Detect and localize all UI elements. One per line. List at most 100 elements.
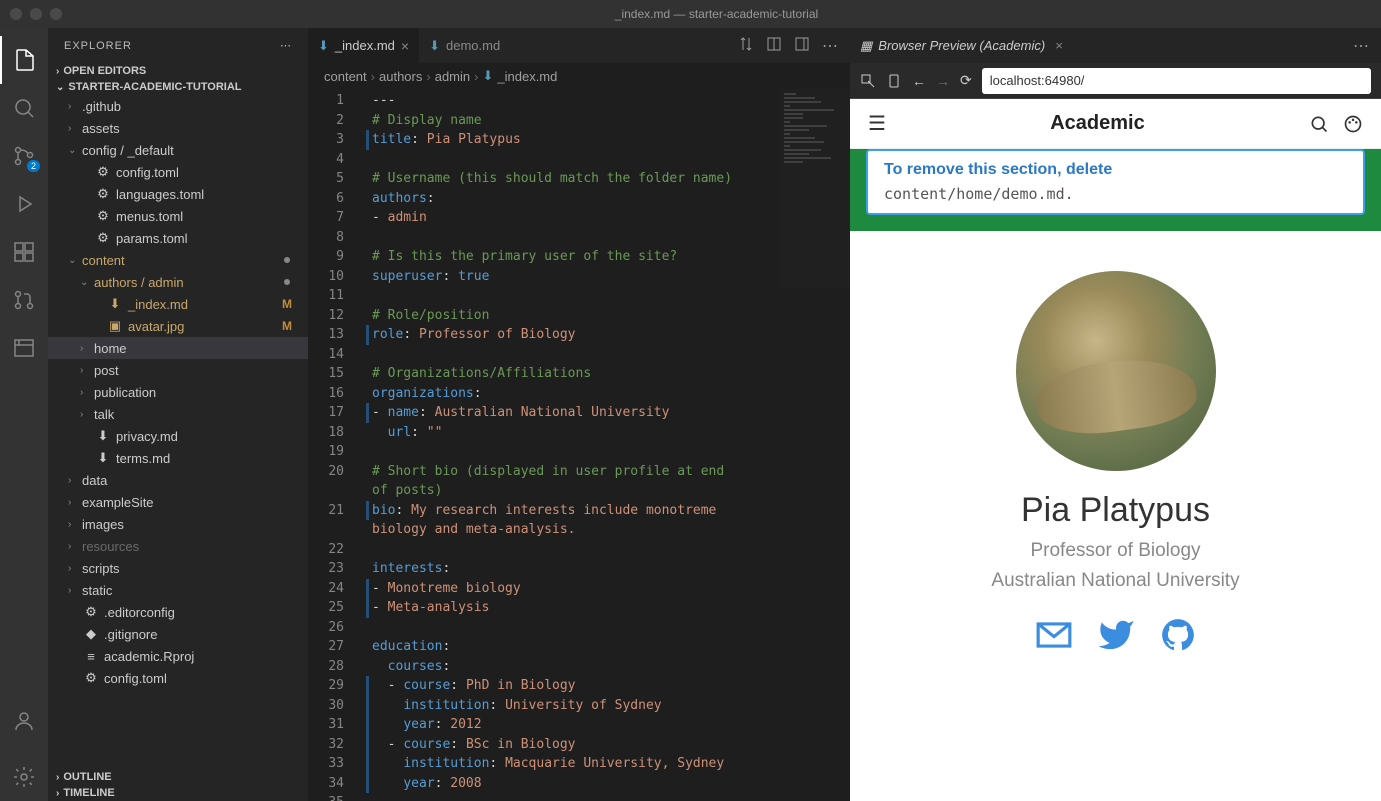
tree-item[interactable]: ⬇terms.md xyxy=(48,447,308,469)
tree-item[interactable]: ›static xyxy=(48,579,308,601)
tree-item[interactable]: ⬇privacy.md xyxy=(48,425,308,447)
forward-icon[interactable]: → xyxy=(936,73,950,89)
tree-item[interactable]: ⚙ params.toml xyxy=(48,227,308,249)
tree-item[interactable]: ⚙config.toml xyxy=(48,161,308,183)
reload-icon[interactable]: ⟳ xyxy=(960,72,972,89)
browser-preview-icon[interactable] xyxy=(0,324,48,372)
close-icon[interactable]: × xyxy=(401,38,409,54)
tree-item[interactable]: ⌄config / _default xyxy=(48,139,308,161)
tree-item-label: config.toml xyxy=(116,165,300,180)
file-tree: ›.github›assets⌄config / _default⚙config… xyxy=(48,95,308,689)
info-box: To remove this section, delete content/h… xyxy=(866,149,1365,215)
extensions-icon[interactable] xyxy=(0,228,48,276)
tree-item-label: talk xyxy=(94,407,300,422)
code-content[interactable]: ---# Display nametitle: Pia Platypus# Us… xyxy=(358,89,850,801)
editor-body[interactable]: 1234567891011121314151617181920212223242… xyxy=(308,89,850,801)
tree-item[interactable]: ›talk xyxy=(48,403,308,425)
titlebar: _index.md — starter-academic-tutorial xyxy=(0,0,1381,28)
tree-item[interactable]: ⌄authors / admin xyxy=(48,271,308,293)
tree-item[interactable]: ›assets xyxy=(48,117,308,139)
open-editors-section[interactable]: › OPEN EDITORS xyxy=(48,63,308,79)
markdown-icon: ⬇ xyxy=(429,38,440,54)
debug-icon[interactable] xyxy=(0,180,48,228)
compare-icon[interactable] xyxy=(738,36,754,56)
email-icon[interactable] xyxy=(1035,616,1073,654)
github-icon[interactable] xyxy=(1159,616,1197,654)
pull-request-icon[interactable] xyxy=(0,276,48,324)
tree-item-label: languages.toml xyxy=(116,187,300,202)
tree-item[interactable]: ›post xyxy=(48,359,308,381)
more-icon[interactable]: ⋯ xyxy=(280,39,292,52)
tree-item[interactable]: ◆.gitignore xyxy=(48,623,308,645)
tree-item-label: avatar.jpg xyxy=(128,319,282,334)
account-icon[interactable] xyxy=(0,697,48,745)
tree-item[interactable]: ⌄content xyxy=(48,249,308,271)
tree-item-label: content xyxy=(82,253,284,268)
source-control-icon[interactable]: 2 xyxy=(0,132,48,180)
tree-item-label: params.toml xyxy=(116,231,300,246)
twitter-icon[interactable] xyxy=(1097,616,1135,654)
breadcrumb[interactable]: content› authors› admin› ⬇ _index.md xyxy=(308,63,850,89)
tree-item[interactable]: ›exampleSite xyxy=(48,491,308,513)
tree-item[interactable]: ⚙languages.toml xyxy=(48,183,308,205)
back-icon[interactable]: ← xyxy=(912,73,926,89)
chevron-icon: › xyxy=(68,475,82,486)
tree-item[interactable]: ›resources xyxy=(48,535,308,557)
minimap[interactable] xyxy=(780,89,850,289)
modified-dot-icon xyxy=(284,279,290,285)
palette-icon[interactable] xyxy=(1343,114,1363,134)
tab-browser-preview[interactable]: ▦ Browser Preview (Academic) × xyxy=(850,28,1073,63)
explorer-label: EXPLORER xyxy=(64,40,132,52)
device-icon[interactable] xyxy=(886,73,902,89)
timeline-section[interactable]: › TIMELINE xyxy=(48,785,308,801)
tree-item[interactable]: ≡academic.Rproj xyxy=(48,645,308,667)
tree-item[interactable]: ›.github xyxy=(48,95,308,117)
tree-item[interactable]: ⚙config.toml xyxy=(48,667,308,689)
tree-item[interactable]: ▣avatar.jpgM xyxy=(48,315,308,337)
tree-item[interactable]: ›scripts xyxy=(48,557,308,579)
tree-item-label: .github xyxy=(82,99,300,114)
search-icon[interactable] xyxy=(0,84,48,132)
panel-icon[interactable] xyxy=(794,36,810,56)
settings-icon[interactable] xyxy=(0,753,48,801)
chevron-icon: ⌄ xyxy=(68,255,82,266)
tree-item-label: academic.Rproj xyxy=(104,649,300,664)
tree-item[interactable]: ⚙menus.toml xyxy=(48,205,308,227)
tree-item-label: resources xyxy=(82,539,300,554)
file-icon: ⬇ xyxy=(106,296,124,312)
profile-name: Pia Platypus xyxy=(870,491,1361,530)
tree-item[interactable]: ⬇_index.mdM xyxy=(48,293,308,315)
chevron-icon: › xyxy=(68,541,82,552)
tab-index-md[interactable]: ⬇ _index.md × xyxy=(308,28,419,63)
outline-section[interactable]: › OUTLINE xyxy=(48,769,308,785)
project-section[interactable]: ⌄ STARTER-ACADEMIC-TUTORIAL xyxy=(48,79,308,95)
file-icon: ▣ xyxy=(106,318,124,334)
chevron-icon: › xyxy=(80,365,94,376)
more-icon[interactable]: ⋯ xyxy=(1353,38,1369,55)
tree-item-label: privacy.md xyxy=(116,429,300,444)
maximize-window-icon[interactable] xyxy=(50,8,62,20)
profile-section: Pia Platypus Professor of Biology Austra… xyxy=(850,231,1381,674)
tree-item[interactable]: ›publication xyxy=(48,381,308,403)
profile-org: Australian National University xyxy=(870,570,1361,592)
minimize-window-icon[interactable] xyxy=(30,8,42,20)
markdown-icon: ⬇ xyxy=(318,38,329,54)
tab-demo-md[interactable]: ⬇ demo.md xyxy=(419,28,510,63)
tree-item[interactable]: ⚙.editorconfig xyxy=(48,601,308,623)
tree-item[interactable]: ›home xyxy=(48,337,308,359)
chevron-icon: › xyxy=(80,387,94,398)
browser-toolbar: ← → ⟳ xyxy=(850,63,1381,99)
close-icon[interactable]: × xyxy=(1055,38,1063,53)
tree-item[interactable]: ›data xyxy=(48,469,308,491)
file-icon: ⚙ xyxy=(94,230,112,246)
search-icon[interactable] xyxy=(1309,114,1329,134)
chevron-icon: › xyxy=(68,123,82,134)
hamburger-icon[interactable]: ☰ xyxy=(868,111,886,136)
inspect-icon[interactable] xyxy=(860,73,876,89)
more-icon[interactable]: ⋯ xyxy=(822,36,838,56)
split-icon[interactable] xyxy=(766,36,782,56)
close-window-icon[interactable] xyxy=(10,8,22,20)
tree-item[interactable]: ›images xyxy=(48,513,308,535)
url-input[interactable] xyxy=(982,68,1371,94)
explorer-icon[interactable] xyxy=(0,36,48,84)
